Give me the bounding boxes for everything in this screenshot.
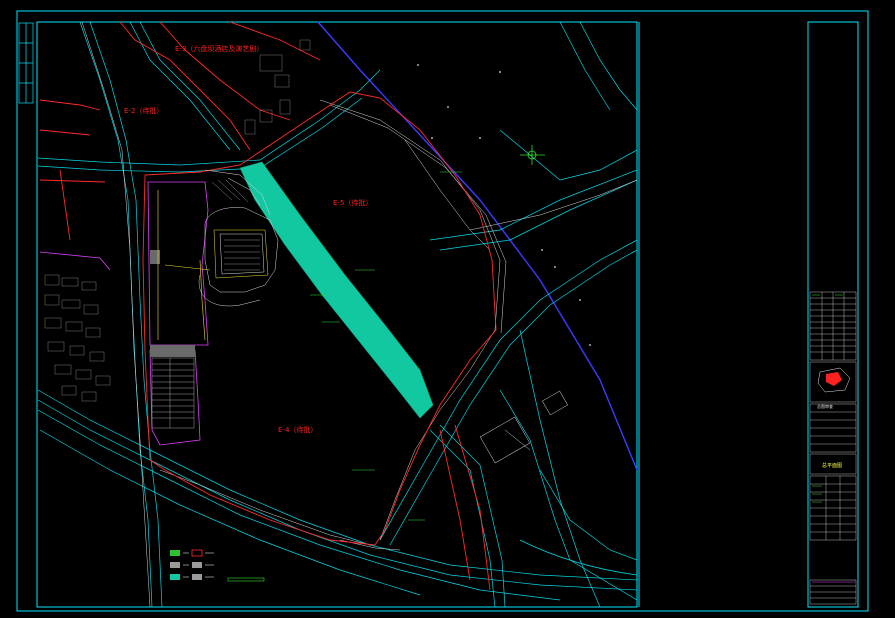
zone-label-e5: E-5（待批） (333, 199, 373, 207)
elevation-points (417, 64, 591, 346)
cad-drawing-canvas (16, 10, 869, 612)
blue-road-line (317, 21, 638, 471)
binding-margin (18, 22, 34, 104)
title-block-sheet-title: 总平面图 (822, 463, 843, 469)
legend (170, 549, 265, 582)
grey-block-2 (150, 250, 160, 264)
survey-marker (520, 145, 545, 165)
zone-label-e3: E-3（六盘坝酒店及演艺剧） (175, 45, 264, 53)
grey-hatch-block (150, 345, 195, 357)
zone-label-e4: E-4（待批） (278, 426, 318, 434)
key-plan (817, 367, 851, 393)
right-structure (479, 390, 569, 464)
title-block-marks (812, 294, 855, 583)
title-block-stamp-label: 总图审查 (817, 404, 833, 409)
title-block-grid (809, 291, 857, 605)
parking-lots (151, 357, 195, 429)
zone-label-e2: E-2（待批） (124, 107, 164, 115)
